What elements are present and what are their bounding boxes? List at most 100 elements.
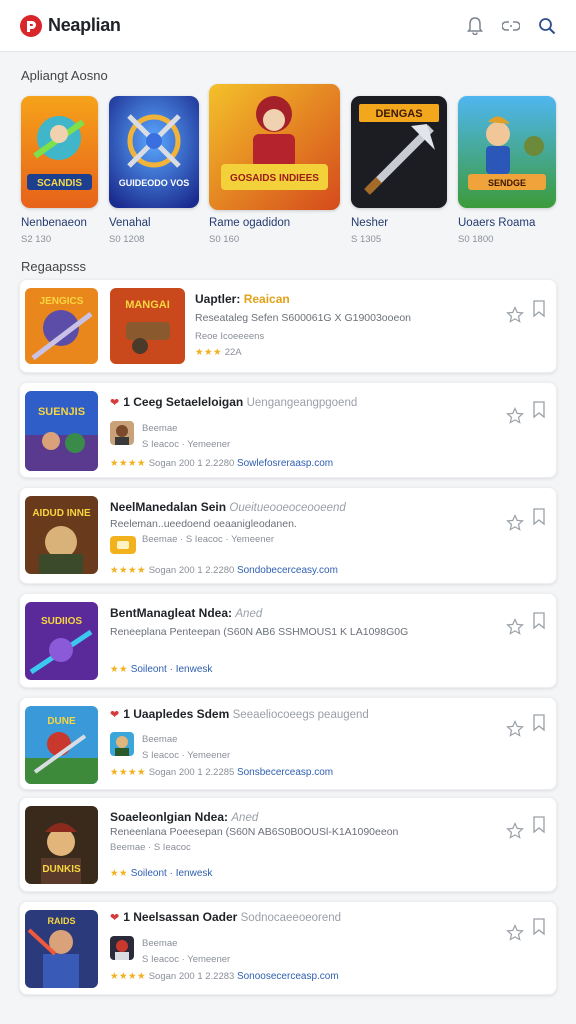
developer-avatar <box>110 936 134 960</box>
featured-name: Nesher <box>351 217 389 229</box>
developer-avatar <box>110 732 134 756</box>
item-description: Beemae <box>142 938 178 949</box>
featured-card[interactable]: SCANDIS Nenbenaeon S2 130 <box>21 84 98 245</box>
featured-art-label: GUIDEODO VOS <box>119 178 190 188</box>
item-rating: ★★★★ Sogan 200 1 2.2285 Sonsbecerceasp.c… <box>110 767 333 778</box>
rating-stars: ★★★★ <box>110 458 147 469</box>
thumb-label: MANGAI <box>125 299 170 311</box>
item-detail: S Ieacoc · Yemeener <box>142 750 231 761</box>
item-rating: ★★ Soileont · Ienwesk <box>110 868 212 879</box>
bell-icon[interactable] <box>466 16 484 35</box>
featured-card[interactable]: SENDGE Uoaers Roama S0 1800 <box>458 84 556 245</box>
rating-value: Soileont · Ienwesk <box>130 664 213 675</box>
featured-meta: S0 160 <box>209 234 240 245</box>
item-link: Sonoosecerceasp.com <box>236 971 339 982</box>
list-item[interactable]: RAIDS ❤ 1 Neelsassan Oader Sodnocaeeoeore… <box>19 901 557 995</box>
featured-meta: S0 1800 <box>458 234 494 245</box>
heart-icon: ❤ <box>110 912 120 924</box>
item-subtitle: Uengangeangpgoend <box>246 397 358 409</box>
rating-stars: ★★★★ <box>110 767 147 778</box>
item-rating: ★★★ 22A <box>195 347 242 358</box>
developer-avatar <box>110 421 134 445</box>
item-thumbnail: DUNKIS <box>25 806 98 884</box>
bookmark-icon[interactable] <box>532 401 546 419</box>
rating-stars: ★★★★ <box>110 971 147 982</box>
favorite-star-icon[interactable] <box>506 924 524 942</box>
featured-art-label: SCANDIS <box>37 178 82 189</box>
item-detail: S Ieacoc · Yemeener <box>142 439 231 450</box>
item-link: Sowlefosreraasp.com <box>236 458 334 469</box>
rating-value: Soileont · Ienwesk <box>130 868 213 879</box>
item-detail: S Ieacoc · Yemeener <box>142 954 231 965</box>
item-thumbnail: SUENJIS <box>25 391 98 471</box>
featured-name: Venahal <box>109 217 151 229</box>
item-link: Sonsbecerceasp.com <box>236 767 334 778</box>
featured-art: GUIDEODO VOS <box>109 96 199 208</box>
rating-stars: ★★ <box>110 868 129 879</box>
item-title: Uaptler: Reaican <box>195 292 290 306</box>
item-thumbnail: RAIDS <box>25 910 98 988</box>
rating-stars: ★★ <box>110 664 129 675</box>
featured-art: GOSAIDS INDIEES <box>209 84 340 210</box>
bookmark-icon[interactable] <box>532 300 546 318</box>
thumb-label: JENGICS <box>40 296 84 307</box>
thumb-label: AIDUD INNE <box>32 508 91 519</box>
item-rating: ★★★★ Sogan 200 1 2.2280 Sowlefosreraasp.… <box>110 458 333 469</box>
item-subtitle: Sodnocaeeoeorend <box>240 912 342 924</box>
item-rating: ★★★★ Sogan 200 1 2.2280 Sondobecerceasy.… <box>110 565 338 576</box>
list-item[interactable]: DUNKIS Soaeleonlgian Ndea: Aned Reneenla… <box>19 797 557 892</box>
list-item[interactable]: AIDUD INNE NeelManedalan Sein Oueitueooe… <box>19 487 557 584</box>
featured-name: Rame ogadidon <box>209 217 291 229</box>
favorite-star-icon[interactable] <box>506 822 524 840</box>
item-title: ❤ 1 Neelsassan Oader Sodnocaeeoeorend <box>110 910 342 924</box>
favorite-star-icon[interactable] <box>506 306 524 324</box>
item-subtitle: Aned <box>235 608 263 620</box>
list-item[interactable]: SUDIIOS BentManagleat Ndea: Aned Reneepl… <box>19 593 557 688</box>
item-rating: ★★★★ Sogan 200 1 2.2283 Sonoosecerceasp.… <box>110 971 339 982</box>
featured-meta: S2 130 <box>21 234 52 245</box>
featured-art: SENDGE <box>458 96 556 208</box>
item-detail: Reoe Icoeeeens <box>195 331 265 342</box>
rating-value: Sogan 200 1 2.2280 <box>148 565 235 576</box>
featured-name: Nenbenaeon <box>21 217 87 229</box>
app-logo-icon[interactable] <box>20 14 42 37</box>
rating-value: Sogan 200 1 2.2280 <box>148 458 235 469</box>
item-description: Beemae <box>142 423 178 434</box>
bookmark-icon[interactable] <box>532 714 546 732</box>
bookmark-icon[interactable] <box>532 612 546 630</box>
favorite-star-icon[interactable] <box>506 514 524 532</box>
item-description: Beemae <box>142 734 178 745</box>
thumb-label: DUNKIS <box>42 864 81 875</box>
search-icon[interactable] <box>538 17 556 35</box>
top-app-bar: Neaplian <box>0 0 576 52</box>
list-item[interactable]: DUNE ❤ 1 Uaapledes Sdem Seeaeliocoeegs pe… <box>19 697 557 790</box>
item-subtitle: Aned <box>231 812 259 824</box>
item-thumbnail: SUDIIOS <box>25 602 98 680</box>
featured-card[interactable]: GOSAIDS INDIEES Rame ogadidon S0 160 <box>209 84 340 245</box>
rating-stars: ★★★ <box>195 347 223 358</box>
list-item[interactable]: SUENJIS ❤ 1 Ceeg Setaeleloigan Uengangean… <box>19 382 557 478</box>
link-icon[interactable] <box>502 17 520 35</box>
item-thumbnail: AIDUD INNE <box>25 496 98 574</box>
item-description: Reeleman..ueedoend oeaanigleodanen. <box>110 518 297 530</box>
featured-card[interactable]: GUIDEODO VOS Venahal S0 1208 <box>109 84 199 245</box>
list-heading: Regaapsss <box>21 259 87 274</box>
item-title: ❤ 1 Uaapledes Sdem Seeaeliocoeegs peaugen… <box>110 707 369 721</box>
favorite-star-icon[interactable] <box>506 618 524 636</box>
bookmark-icon[interactable] <box>532 508 546 526</box>
thumb-label: SUENJIS <box>38 406 85 418</box>
item-title: ❤ 1 Ceeg Setaeleloigan Uengangeangpgoend <box>110 395 358 409</box>
bookmark-icon[interactable] <box>532 816 546 834</box>
item-link: Sondobecerceasy.com <box>236 565 338 576</box>
bookmark-icon[interactable] <box>532 918 546 936</box>
item-title: BentManagleat Ndea: Aned <box>110 606 263 620</box>
favorite-star-icon[interactable] <box>506 407 524 425</box>
rating-value: Sogan 200 1 2.2283 <box>148 971 235 982</box>
item-description: Reseataleg Sefen S600061G X G19003ooeon <box>195 312 412 324</box>
featured-meta: S0 1208 <box>109 234 145 245</box>
favorite-star-icon[interactable] <box>506 720 524 738</box>
list-item[interactable]: JENGICS MANGAI Uaptler: Reaican Reseatal… <box>19 279 557 373</box>
featured-card[interactable]: DENGAS Nesher S 1305 <box>351 84 447 245</box>
featured-art: SCANDIS <box>21 96 98 208</box>
rating-value: 22A <box>224 347 242 358</box>
